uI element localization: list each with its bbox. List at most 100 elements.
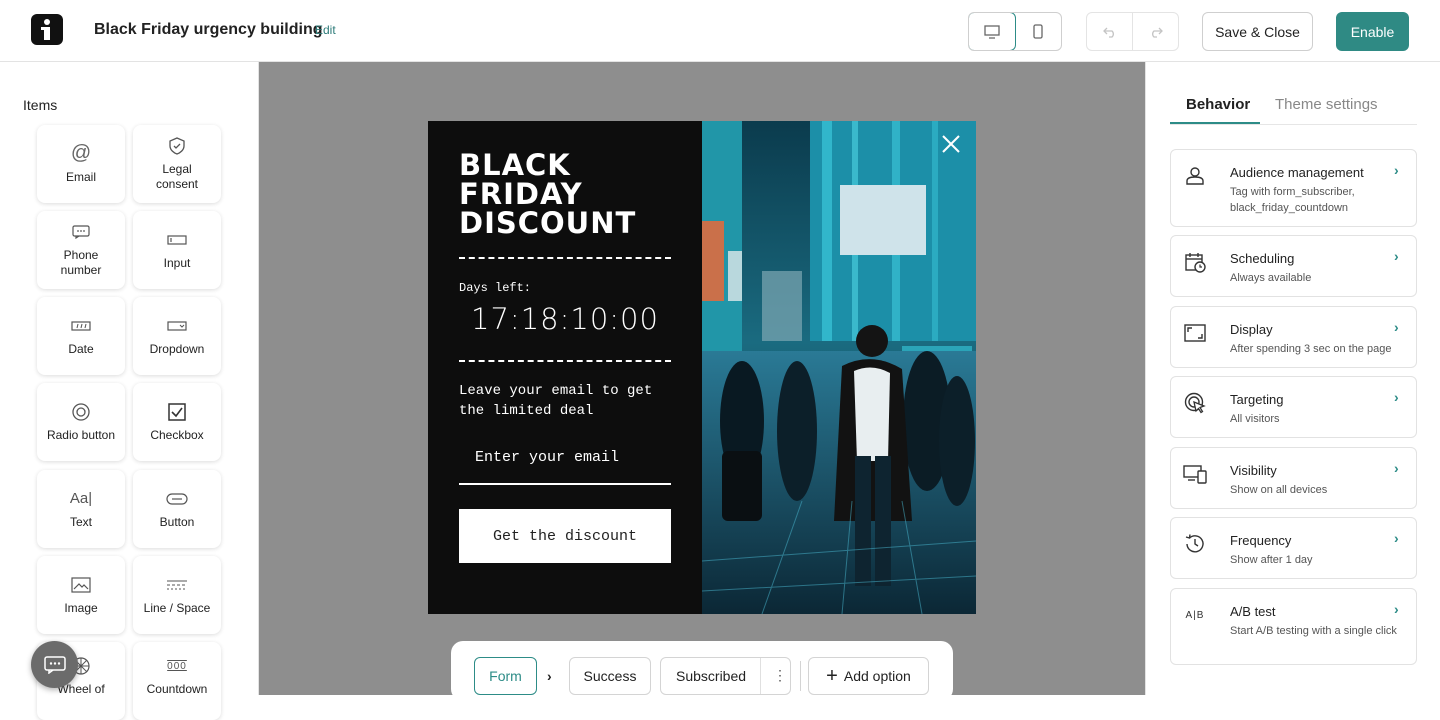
step-subscribed[interactable]: Subscribed ⋮ (660, 657, 791, 695)
mobile-icon (1033, 24, 1043, 39)
save-close-button[interactable]: Save & Close (1202, 12, 1313, 51)
divider (459, 360, 671, 362)
item-legal-consent[interactable]: Legal consent (133, 125, 221, 203)
popup-title-line: FRIDAY (459, 177, 583, 211)
item-radio-button[interactable]: Radio button (37, 383, 125, 461)
chat-icon (43, 655, 66, 674)
card-scheduling[interactable]: Scheduling Always available › (1170, 235, 1417, 297)
history-controls (1086, 12, 1179, 51)
redo-button[interactable] (1133, 13, 1178, 50)
card-subtitle: All visitors (1230, 413, 1280, 425)
chevron-right-icon: › (1394, 319, 1399, 335)
item-phone-number[interactable]: Phone number (37, 211, 125, 289)
item-label: Text (69, 514, 92, 529)
devices-icon (1183, 462, 1207, 486)
person-icon (1183, 164, 1207, 188)
step-success[interactable]: Success (569, 657, 651, 695)
card-display[interactable]: Display After spending 3 sec on the page… (1170, 306, 1417, 368)
countdown-timer[interactable]: 17:18:10:00 (459, 302, 671, 336)
popup-photo[interactable] (702, 121, 976, 614)
item-image[interactable]: Image (37, 556, 125, 634)
items-heading: Items (23, 97, 58, 113)
chat-support-button[interactable] (31, 641, 78, 688)
item-label: Dropdown (149, 341, 205, 356)
mobile-view-button[interactable] (1015, 13, 1061, 50)
undo-button[interactable] (1087, 13, 1133, 50)
divider (800, 661, 801, 691)
popup-title-line: BLACK (459, 148, 571, 182)
items-panel: Items @ Email Legal consent Phone number… (0, 62, 259, 720)
tab-behavior[interactable]: Behavior (1186, 96, 1250, 113)
item-label: Line / Space (143, 600, 211, 615)
chevron-right-icon: › (1394, 460, 1399, 476)
card-subtitle: Show after 1 day (1230, 554, 1313, 566)
desktop-view-button[interactable] (969, 13, 1016, 50)
card-title: Targeting (1230, 392, 1284, 407)
item-countdown[interactable]: 000 Countdown (133, 642, 221, 720)
card-audience-management[interactable]: Audience management Tag with form_subscr… (1170, 149, 1417, 227)
item-label: Date (68, 341, 94, 356)
popup-email-input[interactable]: Enter your email (459, 441, 671, 485)
card-title: Visibility (1230, 463, 1277, 478)
card-title: A/B test (1230, 604, 1276, 619)
page-title: Black Friday urgency building (94, 21, 323, 38)
card-targeting[interactable]: Targeting All visitors › (1170, 376, 1417, 438)
add-option-button[interactable]: + Add option (808, 657, 929, 695)
settings-panel: Behavior Theme settings Audience managem… (1145, 62, 1440, 695)
button-icon (166, 489, 188, 509)
edit-title-link[interactable]: Edit (315, 23, 336, 37)
line-space-icon (166, 575, 188, 595)
item-label: Radio button (46, 427, 116, 442)
chevron-right-icon: › (1394, 389, 1399, 405)
ab-icon: A|B (1185, 609, 1205, 621)
card-visibility[interactable]: Visibility Show on all devices › (1170, 447, 1417, 509)
logo-icon[interactable] (31, 14, 63, 45)
history-icon (1183, 532, 1207, 556)
countdown-icon: 000 (167, 660, 187, 672)
city-night-photo (702, 121, 976, 614)
text-icon: Aa| (69, 490, 93, 507)
chevron-right-icon: › (1394, 162, 1399, 178)
card-subtitle: Start A/B testing with a single click (1230, 625, 1397, 637)
item-label: Button (159, 514, 195, 529)
at-icon: @ (70, 142, 92, 164)
card-frequency[interactable]: Frequency Show after 1 day › (1170, 517, 1417, 579)
plus-icon: + (826, 665, 838, 687)
phone-chat-icon (72, 222, 90, 242)
popup-preview[interactable]: BLACK FRIDAY DISCOUNT Days left: 17:18:1… (428, 121, 976, 614)
item-label: Legal consent (155, 162, 199, 191)
close-icon[interactable] (940, 133, 962, 155)
get-discount-button[interactable]: Get the discount (459, 509, 671, 563)
display-frame-icon (1183, 321, 1207, 345)
step-form[interactable]: Form (474, 657, 537, 695)
dropdown-icon (167, 316, 187, 336)
undo-icon (1102, 27, 1114, 38)
popup-title[interactable]: BLACK FRIDAY DISCOUNT (459, 151, 636, 238)
more-options-icon[interactable]: ⋮ (773, 667, 787, 684)
checkbox-icon (168, 402, 186, 422)
device-toggle (968, 12, 1062, 51)
item-date[interactable]: Date (37, 297, 125, 375)
chevron-right-icon: › (1394, 530, 1399, 546)
card-ab-test[interactable]: A|B A/B test Start A/B testing with a si… (1170, 588, 1417, 665)
target-cursor-icon (1183, 391, 1207, 415)
card-title: Display (1230, 322, 1273, 337)
item-label: Input (163, 255, 191, 270)
item-checkbox[interactable]: Checkbox (133, 383, 221, 461)
card-title: Frequency (1230, 533, 1292, 548)
item-email[interactable]: @ Email (37, 125, 125, 203)
card-title: Scheduling (1230, 251, 1295, 266)
item-button[interactable]: Button (133, 470, 221, 548)
card-subtitle: Always available (1230, 272, 1312, 284)
redo-icon (1151, 27, 1163, 38)
item-line-space[interactable]: Line / Space (133, 556, 221, 634)
item-input[interactable]: Input (133, 211, 221, 289)
item-text[interactable]: Aa| Text (37, 470, 125, 548)
tab-theme-settings[interactable]: Theme settings (1275, 96, 1378, 113)
item-dropdown[interactable]: Dropdown (133, 297, 221, 375)
days-left-label[interactable]: Days left: (459, 281, 531, 295)
desktop-icon (984, 24, 1000, 39)
enable-button[interactable]: Enable (1336, 12, 1409, 51)
popup-lead-text[interactable]: Leave your email to get the limited deal (459, 381, 674, 421)
item-label: Checkbox (150, 427, 204, 442)
